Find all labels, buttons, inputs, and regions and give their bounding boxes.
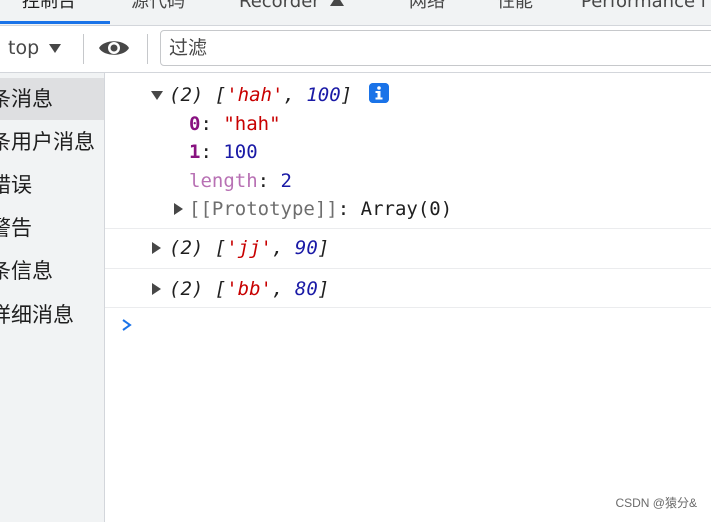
tab-network[interactable]: 网络 [409,0,445,14]
array-string-value: 'bb' [226,278,272,300]
bracket-open: [ [214,84,227,106]
sidebar-item-warnings[interactable]: 警告 [0,207,104,249]
tab-console[interactable]: 控制台 [22,0,76,14]
console-prompt-icon[interactable] [121,318,133,332]
property-value: 2 [280,170,292,192]
bracket-close: ] [340,84,353,106]
array-count: (2) [169,278,204,300]
property-key: 0 [189,113,201,135]
console-sidebar: 条消息 条用户消息 错误 警告 条信息 详细消息 [0,73,105,522]
expand-triangle-icon[interactable] [152,242,161,254]
sidebar-item-messages[interactable]: 条消息 [0,78,104,120]
array-string-value: 'jj' [226,237,272,259]
array-length: length: 2 [189,169,292,193]
toolbar-divider [83,34,84,64]
message-divider [105,268,711,269]
collapse-triangle-icon[interactable] [151,91,163,100]
toolbar-divider [147,34,148,64]
comma: , [272,237,284,259]
array-number-value: 80 [294,278,318,300]
array-summary[interactable]: (2) ['hah', 100] [169,83,352,107]
array-string-value: 'hah' [226,84,284,106]
tab-recorder-label: Recorder [239,0,320,12]
array-count: (2) [169,84,204,106]
filter-field[interactable] [160,30,711,66]
property-value: Array(0) [360,198,453,220]
array-index-1: 1: 100 [189,140,258,164]
recorder-triangle-icon [329,0,344,6]
bracket-open: [ [214,237,227,259]
array-number-value: 100 [306,84,341,106]
property-key: length [189,170,258,192]
property-key: 1 [189,141,201,163]
expand-triangle-icon[interactable] [152,283,161,295]
array-number-value: 90 [294,237,318,259]
context-label: top [8,37,40,59]
tab-performance-insights[interactable]: Performance i [581,0,706,14]
colon: : [257,170,270,192]
property-key: [[Prototype]] [189,198,338,220]
bracket-close: ] [317,278,330,300]
context-selector[interactable]: top [8,37,62,59]
array-summary[interactable]: (2) ['jj', 90] [169,236,329,260]
sidebar-item-info[interactable]: 条信息 [0,250,104,292]
array-index-0: 0: "hah" [189,112,281,136]
colon: : [200,141,212,163]
eye-icon[interactable] [98,37,130,59]
devtools-tab-bar: 控制台 源代码 Recorder 网络 性能 Performance i [0,0,711,26]
watermark: CSDN @猿分& [615,496,697,510]
array-summary[interactable]: (2) ['bb', 80] [169,277,329,301]
comma: , [272,278,284,300]
message-divider [105,307,711,308]
colon: : [200,113,212,135]
message-divider [105,228,711,229]
array-count: (2) [169,237,204,259]
array-prototype[interactable]: [[Prototype]]: Array(0) [189,197,452,221]
console-output: (2) ['hah', 100] 0: "hah" 1: 100 length:… [105,73,711,522]
bracket-close: ] [317,237,330,259]
colon: : [337,198,350,220]
bracket-open: [ [214,278,227,300]
chevron-down-icon [49,43,62,53]
active-tab-indicator [0,21,110,24]
tab-recorder[interactable]: Recorder [239,0,344,14]
filter-input[interactable] [161,31,711,65]
comma: , [283,84,295,106]
info-icon[interactable] [369,83,389,103]
tab-sources[interactable]: 源代码 [131,0,185,14]
sidebar-item-verbose[interactable]: 详细消息 [0,294,104,336]
property-value: "hah" [223,113,281,135]
sidebar-item-errors[interactable]: 错误 [0,164,104,206]
console-toolbar: top [0,26,711,73]
expand-triangle-icon[interactable] [174,203,183,215]
sidebar-item-user-messages[interactable]: 条用户消息 [0,121,104,163]
tab-performance[interactable]: 性能 [497,0,533,14]
property-value: 100 [223,141,258,163]
